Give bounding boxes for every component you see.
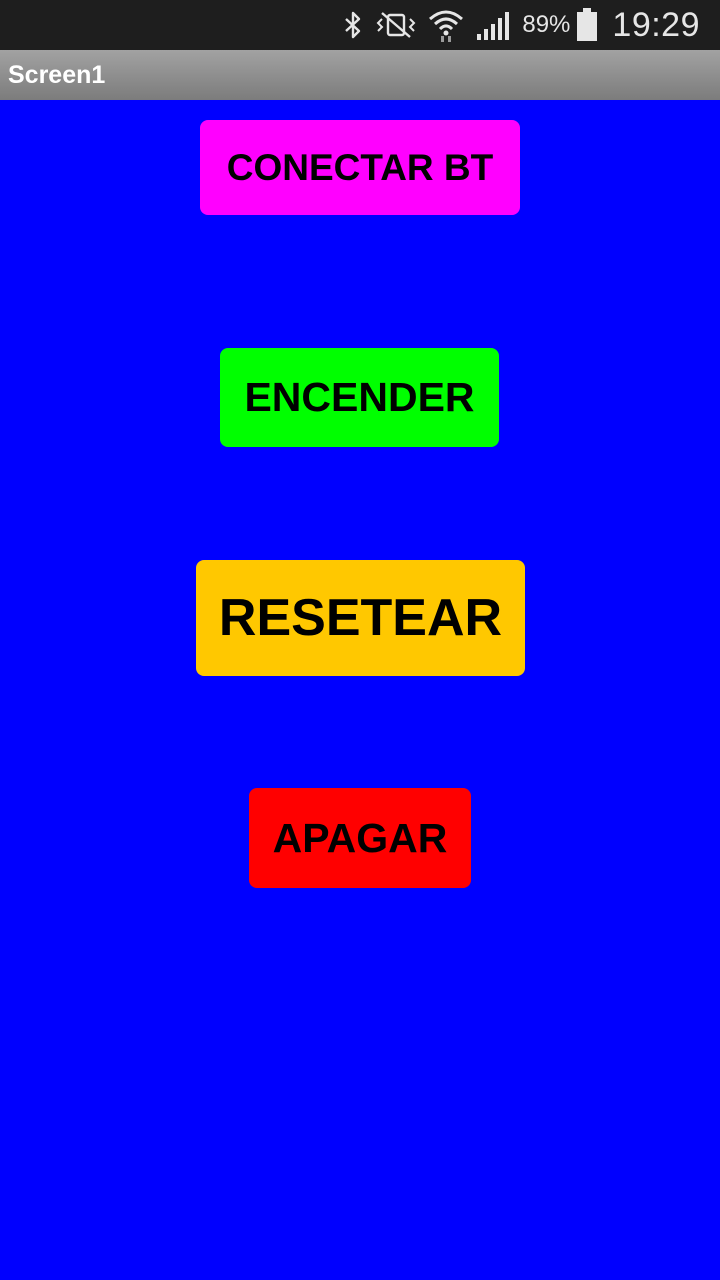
- title-bar: Screen1: [0, 50, 720, 100]
- status-icons: 89% 19:29: [330, 0, 700, 50]
- screen-content: CONECTAR BT ENCENDER RESETEAR APAGAR: [0, 100, 720, 1280]
- screen-title: Screen1: [8, 61, 106, 89]
- turn-on-button[interactable]: ENCENDER: [220, 348, 499, 447]
- battery-percent: 89%: [522, 11, 571, 38]
- cell-signal-icon: [476, 10, 510, 40]
- clock: 19:29: [612, 5, 700, 44]
- battery-icon: [576, 8, 598, 42]
- status-bar: 89% 19:29: [0, 0, 720, 50]
- vibrate-mute-icon: [376, 10, 416, 40]
- connect-bt-button[interactable]: CONECTAR BT: [200, 120, 520, 215]
- wifi-icon: [428, 8, 464, 42]
- turn-off-button[interactable]: APAGAR: [249, 788, 471, 888]
- reset-button[interactable]: RESETEAR: [196, 560, 525, 676]
- bluetooth-icon: [342, 10, 364, 40]
